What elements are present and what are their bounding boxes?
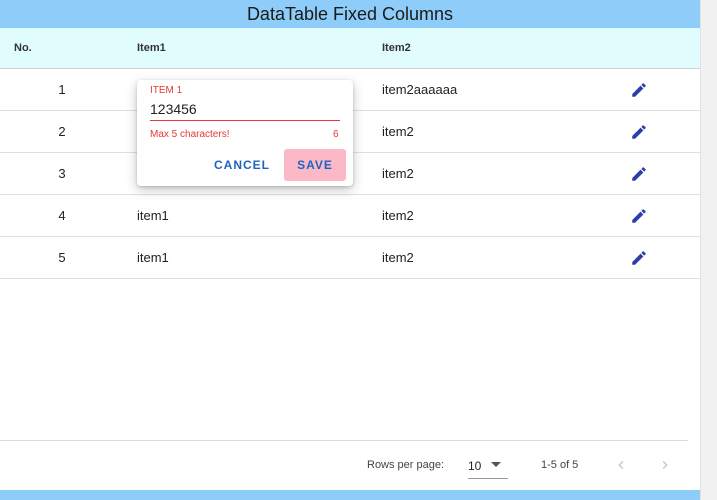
page-title: DataTable Fixed Columns [0, 0, 700, 28]
cell-item2: item2 [382, 250, 414, 265]
rows-per-page-value: 10 [468, 459, 482, 473]
edit-field-label: ITEM 1 [150, 85, 183, 96]
cell-no: 3 [58, 166, 66, 181]
validation-message: Max 5 characters! [150, 129, 230, 140]
column-header-item1[interactable]: Item1 [137, 42, 166, 54]
pencil-icon[interactable] [628, 79, 650, 101]
edit-dialog: ITEM 1 Max 5 characters! 6 CANCEL SAVE [137, 80, 353, 186]
window-edge [700, 0, 717, 500]
cell-no: 5 [58, 250, 66, 265]
save-button[interactable]: SAVE [284, 149, 346, 181]
edit-item1-input[interactable] [150, 98, 340, 121]
pencil-icon[interactable] [628, 163, 650, 185]
pencil-icon[interactable] [628, 247, 650, 269]
chevron-left-icon[interactable] [610, 454, 632, 476]
bottom-bar [0, 490, 700, 500]
dropdown-arrow-icon [491, 462, 501, 467]
cell-item1[interactable]: item1 [137, 208, 169, 223]
column-header-item2[interactable]: Item2 [382, 42, 411, 54]
pencil-icon[interactable] [628, 121, 650, 143]
cell-item2: item2aaaaaa [382, 82, 458, 97]
rows-per-page-select[interactable]: 10 [468, 451, 508, 479]
table-row: 4 item1 item2 [0, 195, 700, 237]
cell-no: 2 [58, 124, 66, 139]
column-header-no[interactable]: No. [14, 42, 32, 54]
table-footer: Rows per page: 10 1-5 of 5 [0, 441, 700, 490]
cell-item2: item2 [382, 124, 414, 139]
cell-no: 1 [58, 82, 66, 97]
cell-item1[interactable]: item1 [137, 250, 169, 265]
cancel-button[interactable]: CANCEL [208, 149, 276, 181]
pencil-icon[interactable] [628, 205, 650, 227]
rows-per-page-label: Rows per page: [367, 459, 445, 471]
character-counter: 6 [333, 129, 339, 140]
chevron-right-icon[interactable] [654, 454, 676, 476]
cell-item2: item2 [382, 166, 414, 181]
pagination-range: 1-5 of 5 [541, 459, 579, 471]
cell-item2: item2 [382, 208, 414, 223]
table-header: No. Item1 Item2 [0, 28, 700, 69]
cell-no: 4 [58, 208, 66, 223]
table-row: 5 item1 item2 [0, 237, 700, 279]
